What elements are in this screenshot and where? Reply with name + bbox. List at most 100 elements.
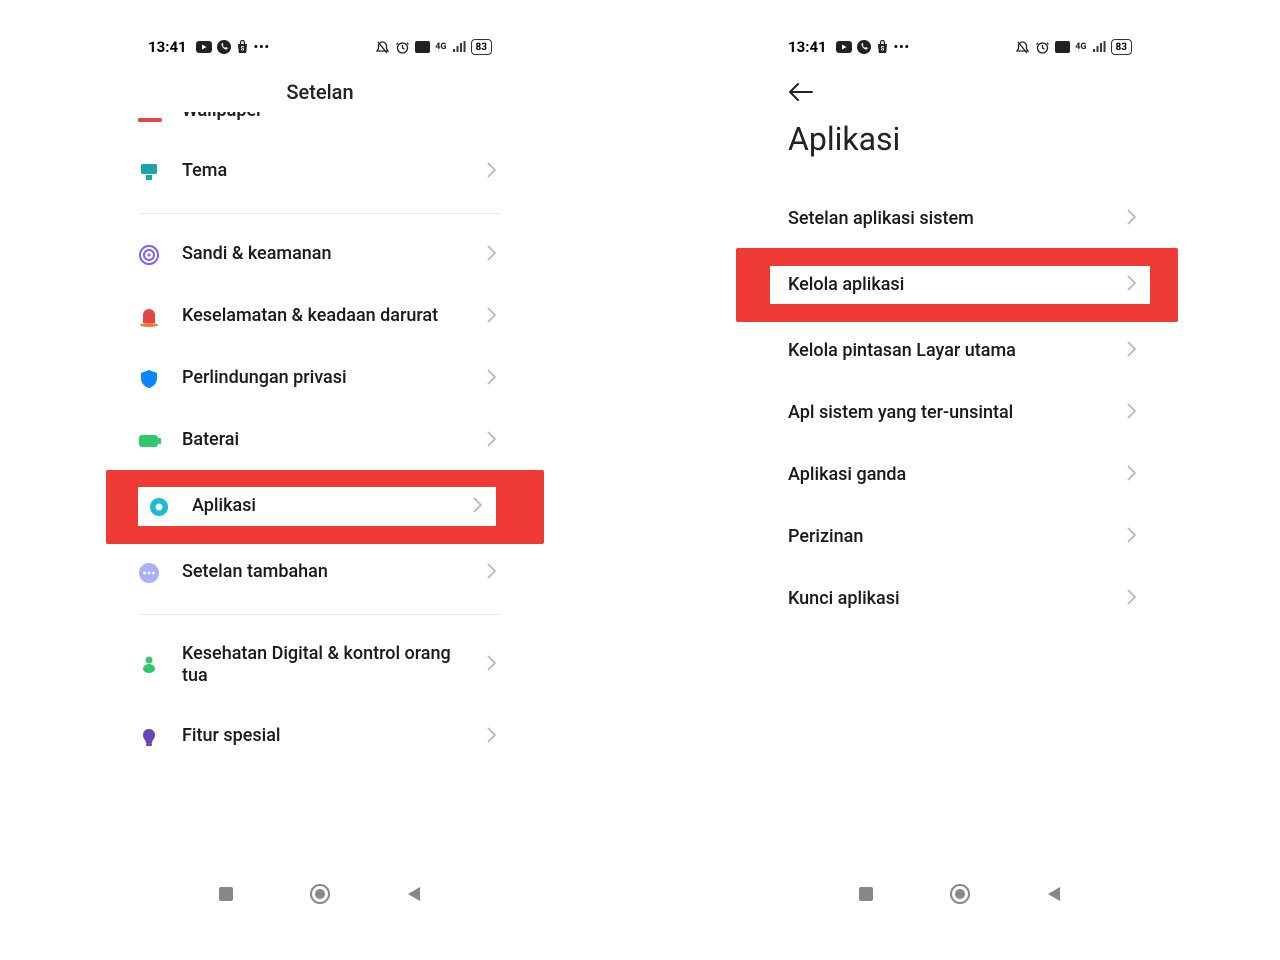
row-label: Fitur spesial [182, 725, 487, 748]
status-time: 13:41 [788, 38, 827, 56]
settings-list: Wallpaper Tema Sandi & keamanan Keselama… [120, 112, 520, 768]
row-label: Keselamatan & keadaan darurat [182, 305, 487, 328]
apps-row-ganda[interactable]: Aplikasi ganda [760, 444, 1160, 506]
row-label: Setelan tambahan [182, 561, 487, 584]
phone-screen-1: 13:41 S ••• 4G 83 Setelan Wallpaper Tema [120, 30, 520, 920]
battery-indicator: 83 [1111, 39, 1132, 55]
row-label: Baterai [182, 429, 487, 452]
chevron-right-icon [1127, 589, 1136, 609]
chevron-right-icon [487, 162, 496, 182]
alarm-status-icon [395, 40, 410, 55]
phone-icon [857, 40, 871, 54]
chevron-right-icon [1127, 209, 1136, 229]
chevron-right-icon [487, 727, 496, 747]
row-label: Kelola aplikasi [788, 274, 1127, 297]
nav-recent-button[interactable] [856, 884, 876, 908]
row-label: Sandi & keamanan [182, 243, 487, 266]
row-label: Aplikasi ganda [788, 464, 1127, 487]
settings-row-tambahan[interactable]: Setelan tambahan [120, 542, 520, 604]
youtube-icon [196, 41, 212, 53]
settings-row-privasi[interactable]: Perlindungan privasi [120, 348, 520, 410]
dnd-icon [375, 40, 390, 55]
more-notifications-icon: ••• [254, 40, 270, 54]
nav-bar [120, 862, 520, 920]
battery-icon [138, 433, 162, 449]
svg-text:S: S [880, 46, 884, 53]
wellbeing-icon [138, 654, 160, 676]
chevron-right-icon [487, 563, 496, 583]
row-label: Kesehatan Digital & kontrol orang tua [182, 643, 487, 688]
network-4g-icon: 4G [435, 42, 446, 52]
apps-row-kunci[interactable]: Kunci aplikasi [760, 568, 1160, 630]
back-button[interactable] [760, 64, 1160, 114]
row-label: Aplikasi [192, 495, 473, 518]
nav-bar [760, 862, 1160, 920]
phone-icon [217, 40, 231, 54]
chevron-right-icon [487, 369, 496, 389]
status-bar: 13:41 S ••• 4G 83 [760, 30, 1160, 64]
apps-row-sistem[interactable]: Setelan aplikasi sistem [760, 188, 1160, 250]
apps-row-perizinan[interactable]: Perizinan [760, 506, 1160, 568]
divider [140, 614, 500, 615]
special-icon [138, 726, 160, 748]
dnd-icon [1015, 40, 1030, 55]
row-label: Apl sistem yang ter-unsintal [788, 402, 1127, 425]
signal-icon [1092, 41, 1106, 53]
chevron-right-icon [487, 307, 496, 327]
row-label: Perizinan [788, 526, 1127, 549]
apps-row-unsintal[interactable]: Apl sistem yang ter-unsintal [760, 382, 1160, 444]
chevron-right-icon [473, 497, 482, 517]
theme-icon [138, 161, 160, 183]
wallpaper-icon [138, 118, 162, 128]
nav-home-button[interactable] [308, 882, 332, 910]
more-notifications-icon: ••• [894, 40, 910, 54]
apps-row-kelola[interactable]: Kelola aplikasi [760, 254, 1160, 316]
chevron-right-icon [1127, 275, 1136, 295]
settings-row-wallpaper[interactable]: Wallpaper [120, 112, 520, 141]
phone-screen-2: 13:41 S ••• 4G 83 Aplikasi Setelan aplik… [760, 30, 1160, 920]
row-label: Kelola pintasan Layar utama [788, 340, 1127, 363]
chevron-right-icon [487, 245, 496, 265]
nav-back-button[interactable] [1044, 884, 1064, 908]
settings-row-kesehatan[interactable]: Kesehatan Digital & kontrol orang tua [120, 625, 520, 706]
nav-home-button[interactable] [948, 882, 972, 910]
divider [140, 213, 500, 214]
page-title: Setelan [120, 64, 520, 112]
status-bar: 13:41 S ••• 4G 83 [120, 30, 520, 64]
battery-indicator: 83 [471, 39, 492, 55]
chevron-right-icon [487, 431, 496, 451]
chevron-right-icon [1127, 341, 1136, 361]
chevron-right-icon [1127, 403, 1136, 423]
alarm-status-icon [1035, 40, 1050, 55]
row-label: Tema [182, 160, 487, 183]
row-label: Perlindungan privasi [182, 367, 487, 390]
settings-row-aplikasi[interactable]: Aplikasi [120, 476, 520, 538]
volte-icon [1055, 41, 1070, 53]
more-icon [138, 562, 160, 584]
signal-icon [452, 41, 466, 53]
chevron-right-icon [1127, 527, 1136, 547]
network-4g-icon: 4G [1075, 42, 1086, 52]
settings-row-keselamatan[interactable]: Keselamatan & keadaan darurat [120, 286, 520, 348]
row-label: Wallpaper [182, 112, 496, 135]
settings-row-tema[interactable]: Tema [120, 141, 520, 203]
chevron-right-icon [1127, 465, 1136, 485]
chevron-right-icon [487, 655, 496, 675]
row-label: Kunci aplikasi [788, 588, 1127, 611]
status-time: 13:41 [148, 38, 187, 56]
nav-recent-button[interactable] [216, 884, 236, 908]
settings-row-baterai[interactable]: Baterai [120, 410, 520, 472]
bag-icon: S [236, 40, 249, 54]
page-title: Aplikasi [760, 114, 1160, 188]
nav-back-button[interactable] [404, 884, 424, 908]
svg-text:S: S [240, 46, 244, 53]
youtube-icon [836, 41, 852, 53]
shield-icon [138, 368, 160, 390]
bag-icon: S [876, 40, 889, 54]
settings-row-spesial[interactable]: Fitur spesial [120, 706, 520, 768]
emergency-icon [138, 306, 160, 328]
settings-row-sandi[interactable]: Sandi & keamanan [120, 224, 520, 286]
apps-row-pintasan[interactable]: Kelola pintasan Layar utama [760, 320, 1160, 382]
volte-icon [415, 41, 430, 53]
gear-icon [148, 496, 170, 518]
